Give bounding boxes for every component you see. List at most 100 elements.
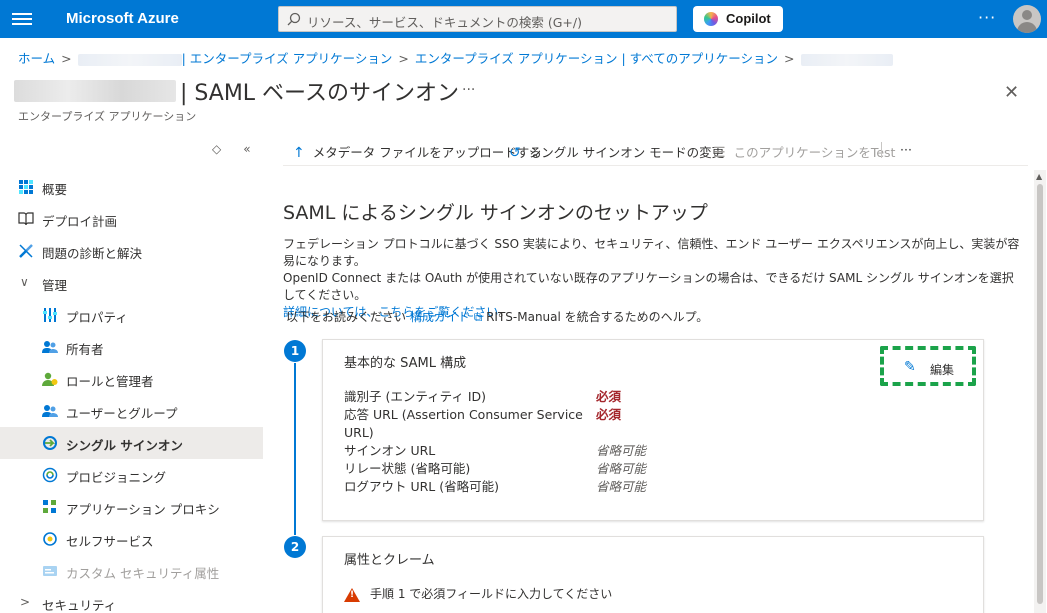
sidebar-item-label: セキュリティ — [42, 598, 117, 613]
copilot-icon — [704, 12, 718, 26]
page-subtitle: エンタープライズ アプリケーション — [18, 110, 197, 123]
field-value: 省略可能 — [596, 479, 647, 494]
saml-fields: 識別子 (エンティティ ID) 必須 応答 URL (Assertion Cons… — [344, 388, 646, 496]
field-key: リレー状態 (省略可能) — [344, 461, 471, 476]
users-icon — [42, 405, 58, 417]
undo-icon: ↺ — [509, 145, 521, 161]
sidebar-item-label: プロパティ — [66, 310, 128, 325]
field-row: 識別子 (エンティティ ID) 必須 — [344, 388, 646, 406]
sidebar-item-owners[interactable]: 所有者 — [0, 331, 263, 363]
card-title: 属性とクレーム — [344, 553, 435, 568]
sidebar-item-roles-admins[interactable]: ロールと管理者 — [0, 363, 263, 395]
sidebar-item-single-sign-on[interactable]: シングル サインオン — [0, 427, 263, 459]
warning-icon — [344, 587, 360, 602]
redacted-app — [800, 53, 893, 66]
step-number: 2 — [284, 536, 306, 558]
redacted-app-name — [14, 80, 176, 102]
more-commands-icon[interactable]: ··· — [900, 142, 912, 157]
scrollbar-thumb[interactable] — [1037, 184, 1043, 604]
brand-title[interactable]: Microsoft Azure — [66, 10, 179, 27]
list-icon: ☰ — [713, 145, 726, 161]
breadcrumb-enterprise-apps[interactable]: | エンタープライズ アプリケーション — [182, 51, 393, 66]
test-app-button[interactable]: ☰ このアプリケーションをTest — [713, 142, 895, 161]
custom-attributes-icon — [43, 566, 57, 576]
sidebar-item-deployment-plan[interactable]: デプロイ計画 — [0, 203, 263, 235]
field-key: 応答 URL (Assertion Consumer Service URL) — [344, 407, 583, 440]
chevron-right-icon: > — [398, 51, 409, 66]
config-guide-link[interactable]: 構成ガイド — [410, 310, 470, 324]
sidebar-item-label: ロールと管理者 — [66, 374, 154, 389]
sidebar-item-label: カスタム セキュリティ属性 — [66, 566, 220, 581]
sidebar-item-security[interactable]: > セキュリティ — [0, 587, 263, 613]
step-number: 1 — [284, 340, 306, 362]
copilot-button[interactable]: Copilot — [693, 6, 783, 32]
sidebar-item-users-groups[interactable]: ユーザーとグループ — [0, 395, 263, 427]
sidebar-item-diagnose[interactable]: 問題の診断と解決 — [0, 235, 263, 267]
field-key: 識別子 (エンティティ ID) — [344, 389, 487, 404]
book-icon — [18, 212, 34, 226]
wrench-icon — [19, 244, 33, 258]
description-line-2: OpenID Connect または OAuth が使用されていない既存のアプリ… — [283, 271, 1014, 302]
more-icon[interactable]: ··· — [978, 8, 996, 27]
sidebar-item-self-service[interactable]: セルフサービス — [0, 523, 263, 555]
command-bar: ↑ メタデータ ファイルをアップロードする ↺ シングル サインオン モードの変更 … — [283, 134, 1028, 166]
properties-icon — [43, 308, 57, 322]
help-suffix: RITS-Manual を統合するためのヘルプ。 — [486, 310, 709, 324]
sidebar-item-label: 問題の診断と解決 — [42, 246, 143, 261]
breadcrumb-home[interactable]: ホーム — [18, 51, 55, 66]
sidebar-item-custom-security-attributes[interactable]: カスタム セキュリティ属性 — [0, 555, 263, 587]
field-value: 省略可能 — [596, 461, 647, 476]
card-title: 基本的な SAML 構成 — [344, 356, 467, 371]
sidebar-item-provisioning[interactable]: プロビジョニング — [0, 459, 263, 491]
overview-icon — [19, 180, 33, 194]
provisioning-icon — [42, 467, 58, 483]
field-row: リレー状態 (省略可能) 省略可能 — [344, 460, 646, 478]
field-key: サインオン URL — [344, 443, 436, 458]
more-icon[interactable]: ··· — [462, 82, 475, 98]
collapse-icon[interactable]: « — [243, 142, 250, 156]
page-title-text: | SAML ベースのサインオン — [180, 81, 459, 106]
field-row: サインオン URL 省略可能 — [344, 442, 646, 460]
help-text: 以下をお読みください 構成ガイド ⧉ RITS-Manual を統合するためのヘ… — [286, 308, 708, 325]
search-icon — [287, 12, 301, 26]
sidebar-item-app-proxy[interactable]: アプリケーション プロキシ — [0, 491, 263, 523]
sidebar-item-label: プロビジョニング — [66, 470, 167, 485]
edit-button[interactable]: ✎ 編集 — [880, 346, 976, 386]
avatar[interactable] — [1013, 5, 1041, 33]
sidebar-item-overview[interactable]: 概要 — [0, 171, 263, 203]
page-title: | SAML ベースのサインオン — [14, 75, 459, 106]
role-admin-icon — [42, 372, 58, 386]
top-bar: Microsoft Azure リソース、サービス、ドキュメントの検索 (G+/… — [0, 0, 1047, 38]
chevron-right-icon: > — [784, 51, 795, 66]
sort-icon[interactable]: ◇ — [212, 142, 221, 156]
sidebar-item-label: デプロイ計画 — [42, 214, 118, 229]
close-icon[interactable]: ✕ — [1004, 82, 1019, 103]
help-prefix: 以下をお読みください — [286, 310, 407, 324]
change-sso-mode-label: シングル サインオン モードの変更 — [528, 145, 725, 160]
warning-message: 手順 1 で必須フィールドに入力してください — [344, 585, 612, 602]
sidebar-item-label: ユーザーとグループ — [66, 406, 178, 421]
change-sso-mode-button[interactable]: ↺ シングル サインオン モードの変更 — [509, 142, 724, 161]
attributes-claims-card: 属性とクレーム 手順 1 で必須フィールドに入力してください — [322, 536, 984, 613]
basic-saml-config-card: 基本的な SAML 構成 ✎ 編集 識別子 (エンティティ ID) 必須 応答 U… — [322, 339, 984, 521]
external-link-icon: ⧉ — [473, 310, 483, 324]
redacted-tenant — [77, 53, 182, 66]
sidebar-item-manage[interactable]: ∨ 管理 — [0, 267, 263, 299]
field-row: 応答 URL (Assertion Consumer Service URL) 必… — [344, 406, 646, 442]
scroll-up-icon[interactable]: ▲ — [1036, 172, 1042, 181]
sidebar-item-properties[interactable]: プロパティ — [0, 299, 263, 331]
search-placeholder: リソース、サービス、ドキュメントの検索 (G+/) — [307, 15, 582, 30]
pencil-icon: ✎ — [904, 359, 916, 375]
menu-icon[interactable] — [12, 10, 32, 28]
chevron-down-icon: ∨ — [20, 275, 29, 289]
sidebar-tools: ◇ « — [212, 142, 273, 156]
step-connector — [294, 363, 296, 535]
upload-metadata-button[interactable]: ↑ メタデータ ファイルをアップロードする — [293, 142, 542, 161]
copilot-label: Copilot — [726, 11, 771, 26]
breadcrumb-all-apps[interactable]: エンタープライズ アプリケーション | すべてのアプリケーション — [415, 51, 778, 66]
scrollbar[interactable]: ▲ — [1034, 170, 1046, 613]
search-input[interactable]: リソース、サービス、ドキュメントの検索 (G+/) — [278, 6, 677, 32]
field-value: 必須 — [596, 389, 622, 404]
section-title: SAML によるシングル サインオンのセットアップ — [283, 202, 708, 224]
sidebar-item-label: 概要 — [42, 182, 68, 197]
